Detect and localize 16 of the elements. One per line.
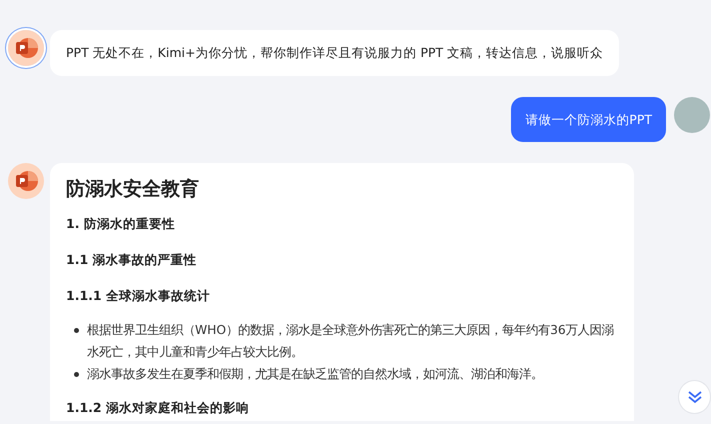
user-avatar [674,97,710,133]
section-heading: 1.1 溺水事故的严重性 [66,251,198,269]
presentation-app-icon [8,163,44,199]
bullet-item: 溺水事故多发生在夏季和假期，尤其是在缺乏监管的自然水域，如河流、湖泊和海洋。 [87,366,543,383]
section-heading: 1. 防溺水的重要性 [66,215,176,233]
section-heading: 1.1.1 全球溺水事故统计 [66,287,211,305]
presentation-app-icon [8,30,44,66]
scroll-down-button[interactable] [678,380,711,414]
bullet-icon [74,372,79,377]
user-message-bubble: 请做一个防溺水的PPT [511,97,666,142]
document-title: 防溺水安全教育 [66,177,200,202]
message-bubble: PPT 无处不在，Kimi+为你分忧，帮你制作详尽且有说服力的 PPT 文稿，转达信息，说服听众 [50,30,620,76]
section-heading: 1.1.2 溺水对家庭和社会的影响 [66,399,250,417]
bullet-icon [74,328,79,333]
bullet-item: 根据世界卫生组织（WHO）的数据，溺水是全球意外伤害死亡的第三大原因，每年约有36万人因溺水死亡，其中儿童和青少年占较大比例。 [87,322,615,361]
double-chevron-down-icon [686,390,702,404]
